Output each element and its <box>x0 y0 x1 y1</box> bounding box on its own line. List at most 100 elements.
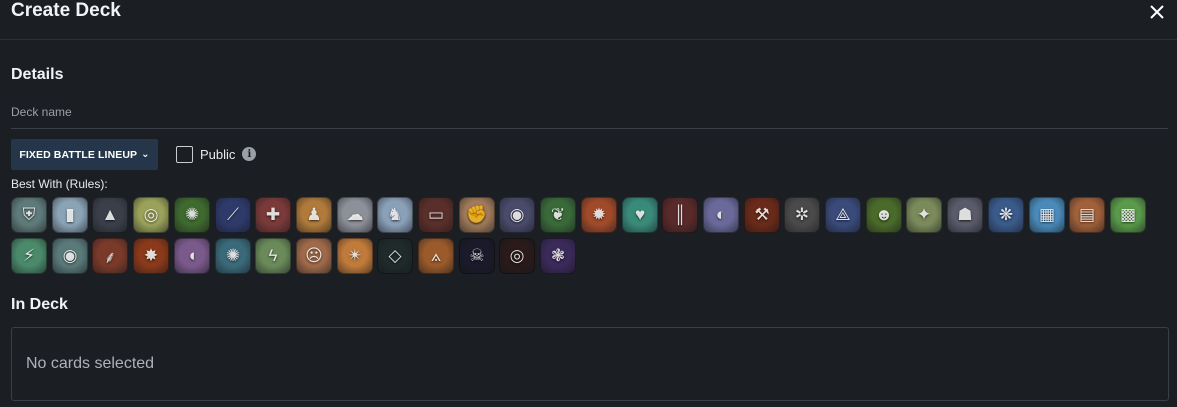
shield-cross-icon: ✚ <box>265 205 281 224</box>
rule-blue-slash-icon[interactable]: ⟋ <box>215 197 251 233</box>
prison-bars-icon: ║ <box>673 205 687 224</box>
card-fan-icon: ▦ <box>1038 205 1056 224</box>
ghost-icon: ◐ <box>715 205 727 224</box>
green-blocks-icon: ▩ <box>1119 205 1137 224</box>
hooded-figure-icon: ▲ <box>101 205 119 224</box>
rule-lightning-tower-icon[interactable]: ⚡ <box>11 238 47 274</box>
rule-target-icon[interactable]: ◎ <box>133 197 169 233</box>
rule-prison-bars-icon[interactable]: ║ <box>662 197 698 233</box>
rule-back-to-basics-icon[interactable]: ▮ <box>52 197 88 233</box>
details-title: Details <box>11 66 64 83</box>
empty-deck-message: No cards selected <box>26 355 155 372</box>
rule-white-dragon-icon[interactable]: ⟁ <box>825 197 861 233</box>
header-bar: Create Deck <box>0 0 1177 40</box>
rule-card-stack-icon[interactable]: ▤ <box>1069 197 1105 233</box>
fire-explosion-icon: ✸ <box>143 246 159 265</box>
fixed-battle-lineup-dropdown[interactable]: FIXED BATTLE LINEUP ⌄ <box>11 139 158 170</box>
rule-spark-staff-icon[interactable]: ✦ <box>906 197 942 233</box>
rule-ghost-icon[interactable]: ◐ <box>703 197 739 233</box>
rule-helmet-icon[interactable]: ♞ <box>377 197 413 233</box>
rule-heal-arrow-icon[interactable]: ♥ <box>622 197 658 233</box>
eye-swirl-icon: ◉ <box>509 205 525 224</box>
red-target-icon: ◎ <box>509 246 525 265</box>
spark-staff-icon: ✦ <box>916 205 932 224</box>
rule-red-target-icon[interactable]: ◎ <box>499 238 535 274</box>
rule-fire-explosion-icon[interactable]: ✸ <box>133 238 169 274</box>
rule-lightning-bolt-icon[interactable]: ϟ <box>255 238 291 274</box>
green-swirl-icon: ✺ <box>184 205 200 224</box>
watching-eye-icon: ◉ <box>62 246 78 265</box>
armored-up-icon: ⛨ <box>22 205 36 224</box>
shaman-icon: ☗ <box>957 205 973 224</box>
rule-skeleton-icon[interactable]: ☠ <box>459 238 495 274</box>
back-to-basics-icon: ▮ <box>65 205 75 224</box>
hammer-icon: ⚒ <box>754 205 770 224</box>
rule-yellow-spark-icon[interactable]: ✴ <box>337 238 373 274</box>
blood-claw-icon: ⸙ <box>103 247 117 267</box>
rule-purple-shield-icon[interactable]: ◖ <box>174 238 210 274</box>
fire-fist-icon: ✹ <box>591 205 607 224</box>
white-dragon-icon: ⟁ <box>835 205 851 224</box>
chevron-down-icon: ⌄ <box>141 149 150 160</box>
rule-bandage-icon[interactable]: ▭ <box>418 197 454 233</box>
bandage-icon: ▭ <box>427 205 445 224</box>
rule-blue-burst-icon[interactable]: ❋ <box>988 197 1024 233</box>
ogre-icon: ☹ <box>305 246 323 265</box>
helmet-icon: ♞ <box>387 205 403 224</box>
gauntlet-icon: ✊ <box>466 205 488 224</box>
blue-slash-icon: ⟋ <box>227 205 239 224</box>
deck-name-input[interactable] <box>11 104 1168 129</box>
rule-purple-burst-icon[interactable]: ❃ <box>540 238 576 274</box>
skeleton-icon: ☠ <box>469 246 485 265</box>
rule-armored-up-icon[interactable]: ⛨ <box>11 197 47 233</box>
rule-red-wing-icon[interactable]: ⟑ <box>418 238 454 274</box>
target-icon: ◎ <box>143 205 159 224</box>
rule-green-blocks-icon[interactable]: ▩ <box>1110 197 1146 233</box>
rule-diamond-frame-icon[interactable]: ◇ <box>377 238 413 274</box>
rule-watching-eye-icon[interactable]: ◉ <box>52 238 88 274</box>
public-toggle[interactable]: Public i <box>176 145 257 163</box>
rule-shaman-icon[interactable]: ☗ <box>947 197 983 233</box>
info-icon[interactable]: i <box>242 147 257 161</box>
rule-ogre-icon[interactable]: ☹ <box>296 238 332 274</box>
purple-shield-icon: ◖ <box>186 246 198 265</box>
rule-color-wheel-icon[interactable]: ✲ <box>784 197 820 233</box>
rule-green-dragon-icon[interactable]: ❦ <box>540 197 576 233</box>
rule-shield-cross-icon[interactable]: ✚ <box>255 197 291 233</box>
rule-sun-burst-icon[interactable]: ✺ <box>215 238 251 274</box>
sun-burst-icon: ✺ <box>225 246 241 265</box>
cloud-icon: ☁ <box>346 205 364 224</box>
rule-hooded-figure-icon[interactable]: ▲ <box>92 197 128 233</box>
page-title: Create Deck <box>11 0 121 21</box>
card-stack-icon: ▤ <box>1078 205 1096 224</box>
purple-burst-icon: ❃ <box>550 246 566 265</box>
goblin-icon: ☻ <box>875 205 893 224</box>
lightning-bolt-icon: ϟ <box>268 246 278 265</box>
rule-blood-claw-icon[interactable]: ⸙ <box>92 238 128 274</box>
golden-figure-icon: ♟ <box>306 205 322 224</box>
color-wheel-icon: ✲ <box>794 205 810 224</box>
rule-green-swirl-icon[interactable]: ✺ <box>174 197 210 233</box>
rule-hammer-icon[interactable]: ⚒ <box>744 197 780 233</box>
rule-card-fan-icon[interactable]: ▦ <box>1029 197 1065 233</box>
rule-gauntlet-icon[interactable]: ✊ <box>459 197 495 233</box>
blue-burst-icon: ❋ <box>998 205 1014 224</box>
diamond-frame-icon: ◇ <box>388 246 402 265</box>
lightning-tower-icon: ⚡ <box>23 246 35 265</box>
lineup-button-label: FIXED BATTLE LINEUP <box>19 148 138 161</box>
yellow-spark-icon: ✴ <box>347 246 363 265</box>
close-icon[interactable] <box>1146 1 1168 23</box>
heal-arrow-icon: ♥ <box>634 205 646 224</box>
rule-golden-figure-icon[interactable]: ♟ <box>296 197 332 233</box>
in-deck-panel: No cards selected <box>11 327 1169 401</box>
in-deck-title: In Deck <box>11 296 68 313</box>
public-label: Public <box>200 146 236 162</box>
rule-goblin-icon[interactable]: ☻ <box>866 197 902 233</box>
green-dragon-icon: ❦ <box>550 205 566 224</box>
rule-fire-fist-icon[interactable]: ✹ <box>581 197 617 233</box>
best-with-rules-label: Best With (Rules): <box>11 177 108 191</box>
public-checkbox[interactable] <box>176 145 193 163</box>
rule-cloud-icon[interactable]: ☁ <box>337 197 373 233</box>
red-wing-icon: ⟑ <box>430 246 442 265</box>
rule-eye-swirl-icon[interactable]: ◉ <box>499 197 535 233</box>
